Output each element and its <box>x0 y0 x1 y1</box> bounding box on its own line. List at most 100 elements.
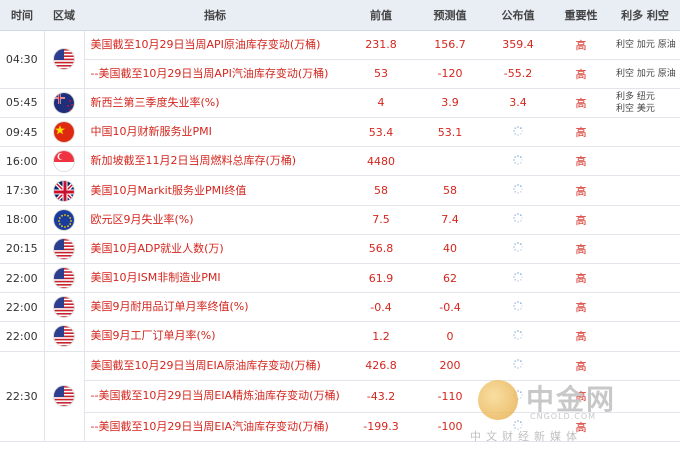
row-forecast: 200 <box>416 351 484 381</box>
us-flag-icon <box>53 296 75 319</box>
row-previous: 4 <box>346 88 416 119</box>
row-actual: 359.4 <box>484 30 552 60</box>
cn-flag-icon <box>53 121 75 144</box>
pending-loading-icon <box>512 125 524 140</box>
row-actual <box>484 292 552 323</box>
row-effect <box>610 205 680 235</box>
pending-loading-icon <box>512 154 524 169</box>
row-previous: -0.4 <box>346 292 416 323</box>
pending-loading-icon <box>512 359 524 373</box>
table-row[interactable]: 22:00 美国10月ISM非制造业PMI 61.9 62 高 <box>0 263 680 294</box>
row-indicator[interactable]: 美国10月Markit服务业PMI终值 <box>84 175 346 206</box>
row-indicator[interactable]: 美国9月耐用品订单月率终值(%) <box>84 292 346 323</box>
table-row[interactable]: 22:00 美国9月工厂订单月率(%) 1.2 0 高 <box>0 321 680 352</box>
nz-flag-icon <box>53 91 75 114</box>
row-importance: 高 <box>552 175 610 206</box>
row-importance: 高 <box>552 59 610 89</box>
row-actual <box>484 175 552 206</box>
row-indicator[interactable]: --美国截至10月29日当周EIA精炼油库存变动(万桶) <box>84 380 346 413</box>
row-indicator[interactable]: 欧元区9月失业率(%) <box>84 205 346 235</box>
row-previous: 58 <box>346 175 416 206</box>
table-row[interactable]: 18:00 欧元区9月失业率(%) 7.5 7.4 高 <box>0 205 680 235</box>
row-importance: 高 <box>552 205 610 235</box>
row-indicator[interactable]: 中国10月财新服务业PMI <box>84 117 346 148</box>
row-importance: 高 <box>552 88 610 119</box>
row-region <box>44 292 85 323</box>
row-effect <box>610 292 680 323</box>
row-actual <box>484 205 552 235</box>
us-flag-icon <box>53 237 75 260</box>
us-flag-icon <box>53 385 75 408</box>
row-forecast: 53.1 <box>416 117 484 148</box>
pending-loading-icon <box>512 271 524 286</box>
row-importance: 高 <box>552 292 610 323</box>
row-importance: 高 <box>552 30 610 60</box>
row-previous: 426.8 <box>346 351 416 381</box>
row-actual <box>484 117 552 148</box>
pending-loading-icon <box>512 242 524 256</box>
row-region <box>44 117 85 148</box>
us-flag-icon <box>53 267 75 290</box>
header-time: 时间 <box>0 0 44 31</box>
row-forecast: -0.4 <box>416 292 484 323</box>
pending-loading-icon <box>512 213 524 227</box>
row-forecast: 3.9 <box>416 88 484 119</box>
row-indicator[interactable]: 美国截至10月29日当周EIA原油库存变动(万桶) <box>84 351 346 381</box>
row-actual <box>484 234 552 265</box>
row-indicator[interactable]: 新加坡截至11月2日当周燃料总库存(万桶) <box>84 146 346 177</box>
row-importance: 高 <box>552 117 610 148</box>
row-indicator[interactable]: 美国10月ADP就业人数(万) <box>84 234 346 265</box>
table-row[interactable]: 22:00 美国9月耐用品订单月率终值(%) -0.4 -0.4 高 <box>0 292 680 323</box>
table-row[interactable]: --美国截至10月29日当周API汽油库存变动(万桶) 53 -120 -55.2 高利… <box>0 59 680 89</box>
row-previous: 7.5 <box>346 205 416 235</box>
table-row[interactable]: 09:45 中国10月财新服务业PMI 53.4 53.1 高 <box>0 117 680 148</box>
row-effect <box>610 351 680 381</box>
row-indicator[interactable]: 新西兰第三季度失业率(%) <box>84 88 346 119</box>
row-forecast <box>416 146 484 177</box>
table-row[interactable]: 20:15 美国10月ADP就业人数(万) 56.8 40 高 <box>0 234 680 265</box>
row-indicator[interactable]: 美国10月ISM非制造业PMI <box>84 263 346 294</box>
row-time: 18:00 <box>0 205 45 235</box>
row-previous: 1.2 <box>346 321 416 352</box>
sg-flag-icon <box>53 150 75 173</box>
row-time: 22:00 <box>0 321 45 352</box>
table-row[interactable]: 05:45 新西兰第三季度失业率(%) 4 3.9 3.4 高利多 纽元 利空 美元 <box>0 88 680 119</box>
row-region <box>44 30 85 89</box>
header-actual: 公布值 <box>484 0 552 31</box>
table-row[interactable]: 04:30 美国截至10月29日当周API原油库存变动(万桶) 231.8 156.7… <box>0 30 680 89</box>
row-forecast: 62 <box>416 263 484 294</box>
row-previous: 56.8 <box>346 234 416 265</box>
row-effect <box>610 321 680 352</box>
row-time: 16:00 <box>0 146 45 177</box>
row-region <box>44 88 85 119</box>
watermark-subtitle: 中文财经新媒体 <box>470 430 582 443</box>
row-indicator[interactable]: 美国9月工厂订单月率(%) <box>84 321 346 352</box>
table-row[interactable]: 16:00 新加坡截至11月2日当周燃料总库存(万桶) 4480 高 <box>0 146 680 177</box>
row-forecast: 58 <box>416 175 484 206</box>
header-effect: 利多 利空 <box>610 0 680 31</box>
us-flag-icon <box>53 48 75 71</box>
row-indicator[interactable]: --美国截至10月29日当周API汽油库存变动(万桶) <box>84 59 346 89</box>
header-previous: 前值 <box>346 0 416 31</box>
row-time: 05:45 <box>0 88 45 119</box>
row-region <box>44 263 85 294</box>
row-importance: 高 <box>552 234 610 265</box>
row-importance: 高 <box>552 351 610 381</box>
table-row[interactable]: 17:30 美国10月Markit服务业PMI终值 58 58 高 <box>0 175 680 206</box>
row-effect: 利空 加元 原油 <box>610 30 680 60</box>
row-actual: 3.4 <box>484 88 552 119</box>
row-importance: 高 <box>552 263 610 294</box>
row-indicator[interactable]: 美国截至10月29日当周API原油库存变动(万桶) <box>84 30 346 60</box>
row-importance: 高 <box>552 146 610 177</box>
row-indicator[interactable]: --美国截至10月29日当周EIA汽油库存变动(万桶) <box>84 412 346 442</box>
row-effect <box>610 263 680 294</box>
row-actual <box>484 263 552 294</box>
row-previous: 231.8 <box>346 30 416 60</box>
row-region <box>44 146 85 177</box>
row-effect <box>610 146 680 177</box>
row-actual <box>484 146 552 177</box>
row-previous: -199.3 <box>346 412 416 442</box>
row-previous: 4480 <box>346 146 416 177</box>
uk-flag-icon <box>53 179 75 202</box>
table-row[interactable]: 22:30 美国截至10月29日当周EIA原油库存变动(万桶) 426.8 200 高 <box>0 351 680 442</box>
